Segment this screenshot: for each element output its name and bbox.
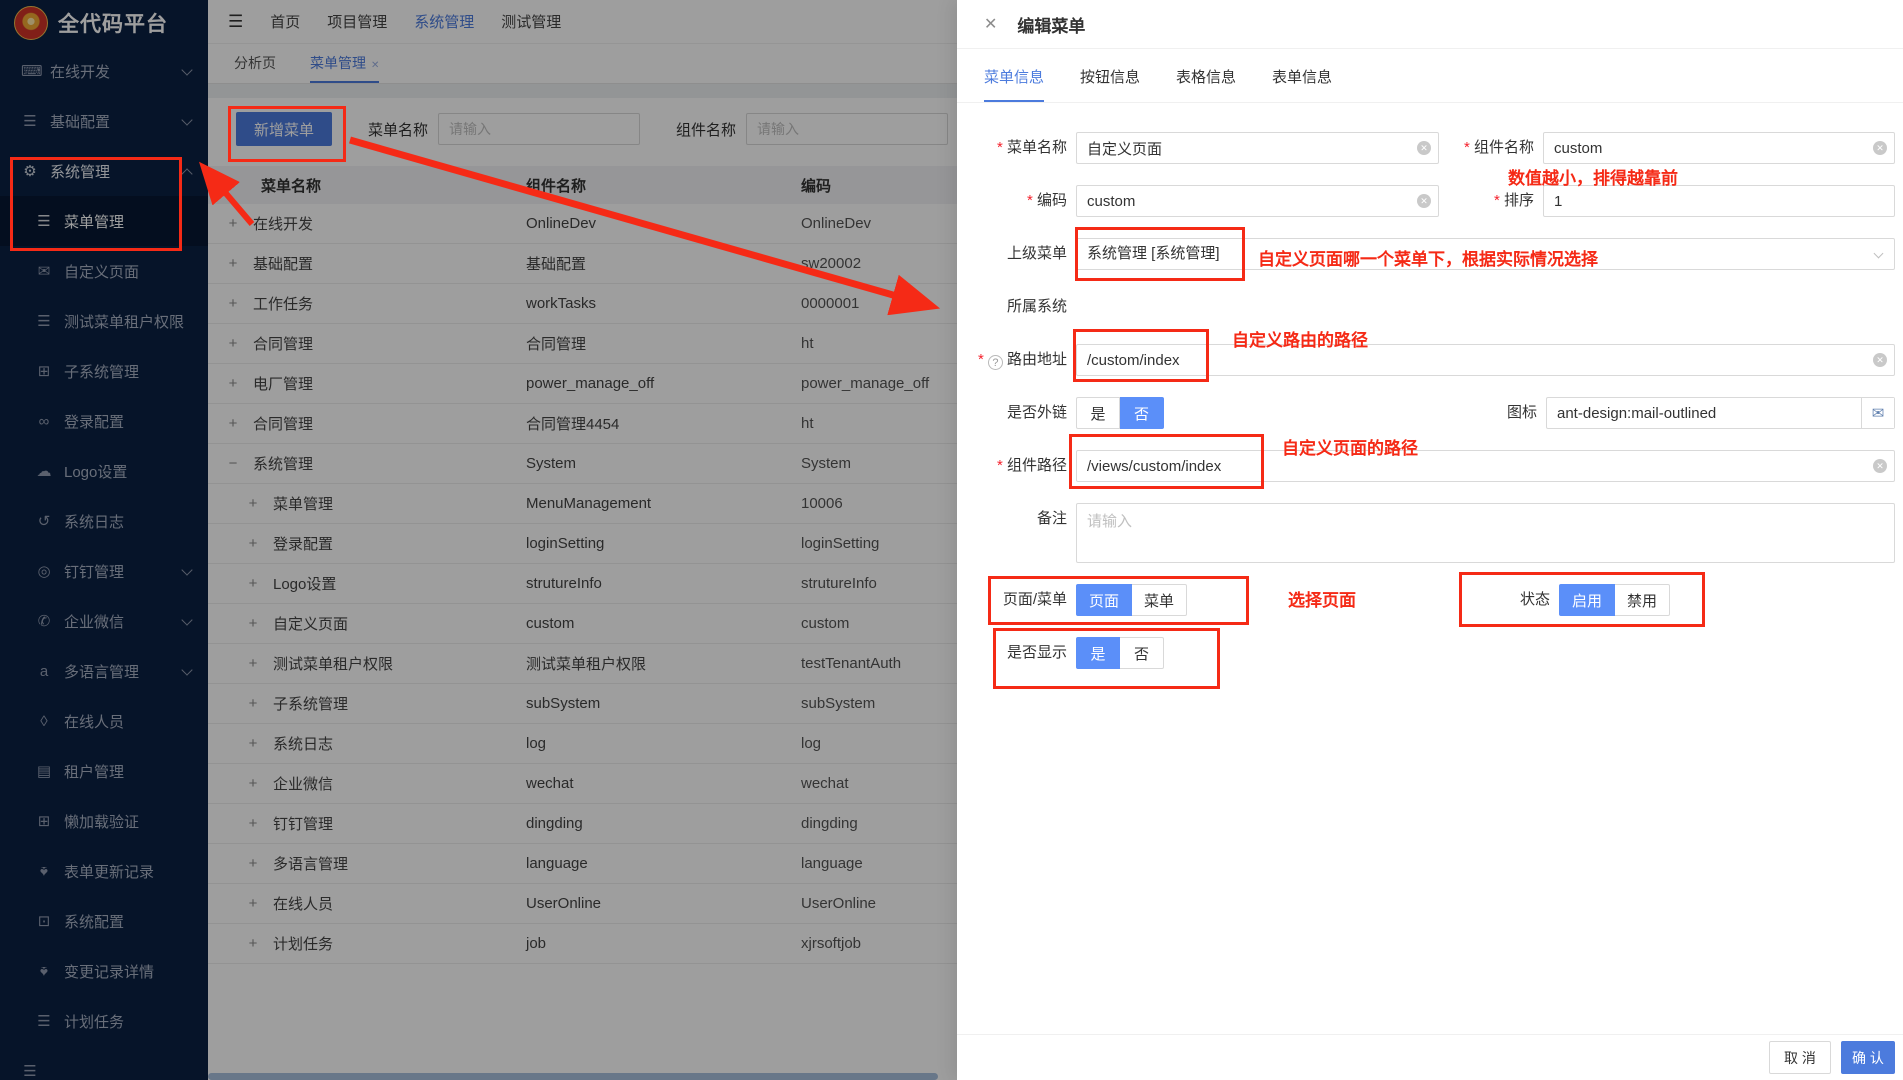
menu-name-label: 菜单名称 — [957, 132, 1076, 164]
close-icon[interactable] — [984, 14, 997, 34]
menu-name-input[interactable] — [1076, 132, 1439, 164]
chevron-down-icon — [1874, 249, 1884, 259]
drawer-tabs: 菜单信息按钮信息表格信息表单信息 — [957, 49, 1903, 103]
clear-icon[interactable] — [1417, 194, 1431, 208]
code-input[interactable] — [1076, 185, 1439, 217]
confirm-button[interactable]: 确 认 — [1841, 1041, 1895, 1074]
remark-textarea[interactable] — [1076, 503, 1895, 563]
visible-segmented: 是否 — [1076, 637, 1164, 669]
clear-icon[interactable] — [1873, 459, 1887, 473]
sort-label: 排序 — [1439, 185, 1543, 217]
status-segmented: 启用禁用 — [1559, 584, 1670, 616]
question-circle-icon — [988, 355, 1003, 370]
segment-option-是[interactable]: 是 — [1076, 637, 1120, 669]
drawer-tab-表单信息[interactable]: 表单信息 — [1272, 66, 1332, 102]
visible-label: 是否显示 — [957, 637, 1076, 669]
segment-option-否[interactable]: 否 — [1120, 637, 1164, 669]
parent-menu-label: 上级菜单 — [957, 238, 1076, 270]
segment-option-启用[interactable]: 启用 — [1559, 584, 1615, 616]
external-link-segmented: 是否 — [1076, 397, 1164, 429]
segment-option-是[interactable]: 是 — [1076, 397, 1120, 429]
icon-input[interactable] — [1546, 397, 1895, 429]
code-label: 编码 — [957, 185, 1076, 217]
external-link-label: 是否外链 — [957, 397, 1076, 429]
route-input[interactable] — [1076, 344, 1895, 376]
drawer-tab-菜单信息[interactable]: 菜单信息 — [984, 66, 1044, 102]
drawer-footer: 取 消 确 认 — [957, 1034, 1903, 1080]
clear-icon[interactable] — [1873, 353, 1887, 367]
remark-label: 备注 — [957, 503, 1076, 535]
comp-name-input[interactable] — [1543, 132, 1895, 164]
comp-path-input[interactable] — [1076, 450, 1895, 482]
comp-path-label: 组件路径 — [957, 450, 1076, 482]
route-label: 路由地址 — [957, 344, 1076, 376]
clear-icon[interactable] — [1417, 141, 1431, 155]
drawer-title: 编辑菜单 — [1017, 12, 1085, 37]
clear-icon[interactable] — [1873, 141, 1887, 155]
page-menu-segmented: 页面菜单 — [1076, 584, 1187, 616]
parent-menu-select[interactable]: 系统管理 [系统管理] — [1076, 238, 1895, 270]
comp-name-label: 组件名称 — [1439, 132, 1543, 164]
segment-option-页面[interactable]: 页面 — [1076, 584, 1132, 616]
segment-option-否[interactable]: 否 — [1120, 397, 1164, 429]
sort-input[interactable] — [1543, 185, 1895, 217]
drawer-header: 编辑菜单 — [957, 0, 1903, 49]
parent-menu-value: 系统管理 [系统管理] — [1087, 245, 1220, 262]
system-label: 所属系统 — [957, 291, 1076, 323]
drawer-tab-按钮信息[interactable]: 按钮信息 — [1080, 66, 1140, 102]
drawer-tab-表格信息[interactable]: 表格信息 — [1176, 66, 1236, 102]
status-label: 状态 — [1503, 584, 1559, 616]
edit-menu-drawer: 编辑菜单 菜单信息按钮信息表格信息表单信息 菜单名称 组件名称 编码 排序 — [957, 0, 1903, 1080]
page-menu-label: 页面/菜单 — [957, 584, 1076, 616]
menu-info-form: 菜单名称 组件名称 编码 排序 上级菜单 — [957, 110, 1903, 1034]
segment-option-禁用[interactable]: 禁用 — [1615, 584, 1670, 616]
mail-icon[interactable] — [1861, 398, 1894, 428]
icon-field-label: 图标 — [1442, 397, 1546, 429]
segment-option-菜单[interactable]: 菜单 — [1132, 584, 1187, 616]
cancel-button[interactable]: 取 消 — [1769, 1041, 1831, 1074]
